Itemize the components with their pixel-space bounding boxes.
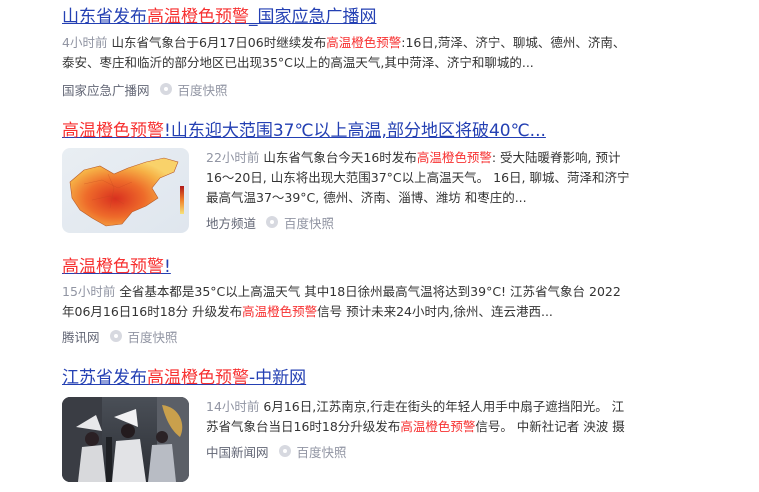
snapshot-link[interactable]: 百度快照	[128, 327, 178, 346]
result-title-link[interactable]: 山东省发布高温橙色预警_国家应急广播网	[62, 6, 632, 28]
result-time: 15小时前	[62, 284, 116, 299]
title-highlight: 高温橙色预警	[62, 121, 164, 141]
result-source-row: 腾讯网 百度快照	[62, 326, 632, 346]
source-name[interactable]: 腾讯网	[62, 327, 100, 346]
snapshot-icon	[278, 445, 291, 457]
snapshot-icon	[109, 330, 122, 342]
snapshot-link[interactable]: 百度快照	[178, 80, 228, 99]
title-text: 江苏省发布	[62, 368, 147, 388]
abstract-text: 山东省气象台今天16时发布	[263, 150, 417, 165]
abstract-highlight: 高温橙色预警	[400, 419, 476, 434]
result-source-row: 国家应急广播网 百度快照	[62, 79, 632, 99]
result-time: 4小时前	[62, 35, 108, 50]
result-abstract: 4小时前 山东省气象台于6月17日06时继续发布高温橙色预警:16日,菏泽、济宁、…	[62, 33, 632, 73]
search-result: 高温橙色预警! 15小时前 全省基本都是35°C以上高温天气 其中18日徐州最高气…	[62, 256, 632, 346]
abstract-text: 信号。 中新社记者 泱波 摄	[475, 419, 625, 434]
abstract-highlight: 高温橙色预警	[326, 35, 402, 50]
abstract-highlight: 高温橙色预警	[416, 150, 492, 165]
snapshot-link[interactable]: 百度快照	[297, 442, 347, 461]
result-time: 14小时前	[206, 399, 260, 414]
source-name[interactable]: 中国新闻网	[206, 442, 269, 461]
title-text: _国家应急广播网	[249, 7, 377, 27]
snapshot-link[interactable]: 百度快照	[284, 213, 334, 232]
result-source-row: 地方频道 百度快照	[206, 212, 632, 232]
abstract-highlight: 高温橙色预警	[242, 304, 318, 319]
result-abstract: 15小时前 全省基本都是35°C以上高温天气 其中18日徐州最高气温将达到39°C…	[62, 282, 632, 322]
street-photo-image	[62, 397, 189, 482]
result-title-link[interactable]: 江苏省发布高温橙色预警-中新网	[62, 367, 632, 389]
title-text: !	[164, 257, 171, 277]
snapshot-icon	[266, 216, 279, 228]
title-highlight: 高温橙色预警	[147, 7, 249, 27]
title-highlight: 高温橙色预警	[147, 368, 249, 388]
search-result: 高温橙色预警!山东迎大范围37℃以上高温,部分地区将破40℃... 22小时前 …	[62, 120, 632, 233]
result-thumbnail-photo[interactable]	[62, 397, 189, 482]
result-title-link[interactable]: 高温橙色预警!山东迎大范围37℃以上高温,部分地区将破40℃...	[62, 120, 632, 142]
result-title-link[interactable]: 高温橙色预警!	[62, 256, 632, 278]
result-abstract: 22小时前 山东省气象台今天16时发布高温橙色预警: 受大陆暖脊影响, 预计16～…	[206, 148, 632, 208]
source-name[interactable]: 国家应急广播网	[62, 80, 150, 99]
title-text: 山东省发布	[62, 7, 147, 27]
search-result: 江苏省发布高温橙色预警-中新网 14小时前 6月16日,江苏南京,行走在街头的年…	[62, 367, 632, 482]
result-thumbnail-heatmap[interactable]	[62, 148, 189, 233]
snapshot-icon	[159, 83, 172, 95]
result-time: 22小时前	[206, 150, 260, 165]
result-abstract: 14小时前 6月16日,江苏南京,行走在街头的年轻人用手中扇子遮挡阳光。 江苏省气…	[206, 397, 632, 437]
search-result: 山东省发布高温橙色预警_国家应急广播网 4小时前 山东省气象台于6月17日06时继…	[62, 6, 632, 99]
title-text: !山东迎大范围37℃以上高温,部分地区将破40℃...	[164, 121, 546, 141]
title-highlight: 高温橙色预警	[62, 257, 164, 277]
abstract-text: 山东省气象台于6月17日06时继续发布	[111, 35, 327, 50]
title-text: -中新网	[249, 368, 307, 388]
result-source-row: 中国新闻网 百度快照	[206, 441, 632, 461]
source-name[interactable]: 地方频道	[206, 213, 256, 232]
temperature-map-image	[62, 148, 189, 233]
abstract-text: 信号 预计未来24小时内,徐州、连云港西...	[317, 304, 553, 319]
